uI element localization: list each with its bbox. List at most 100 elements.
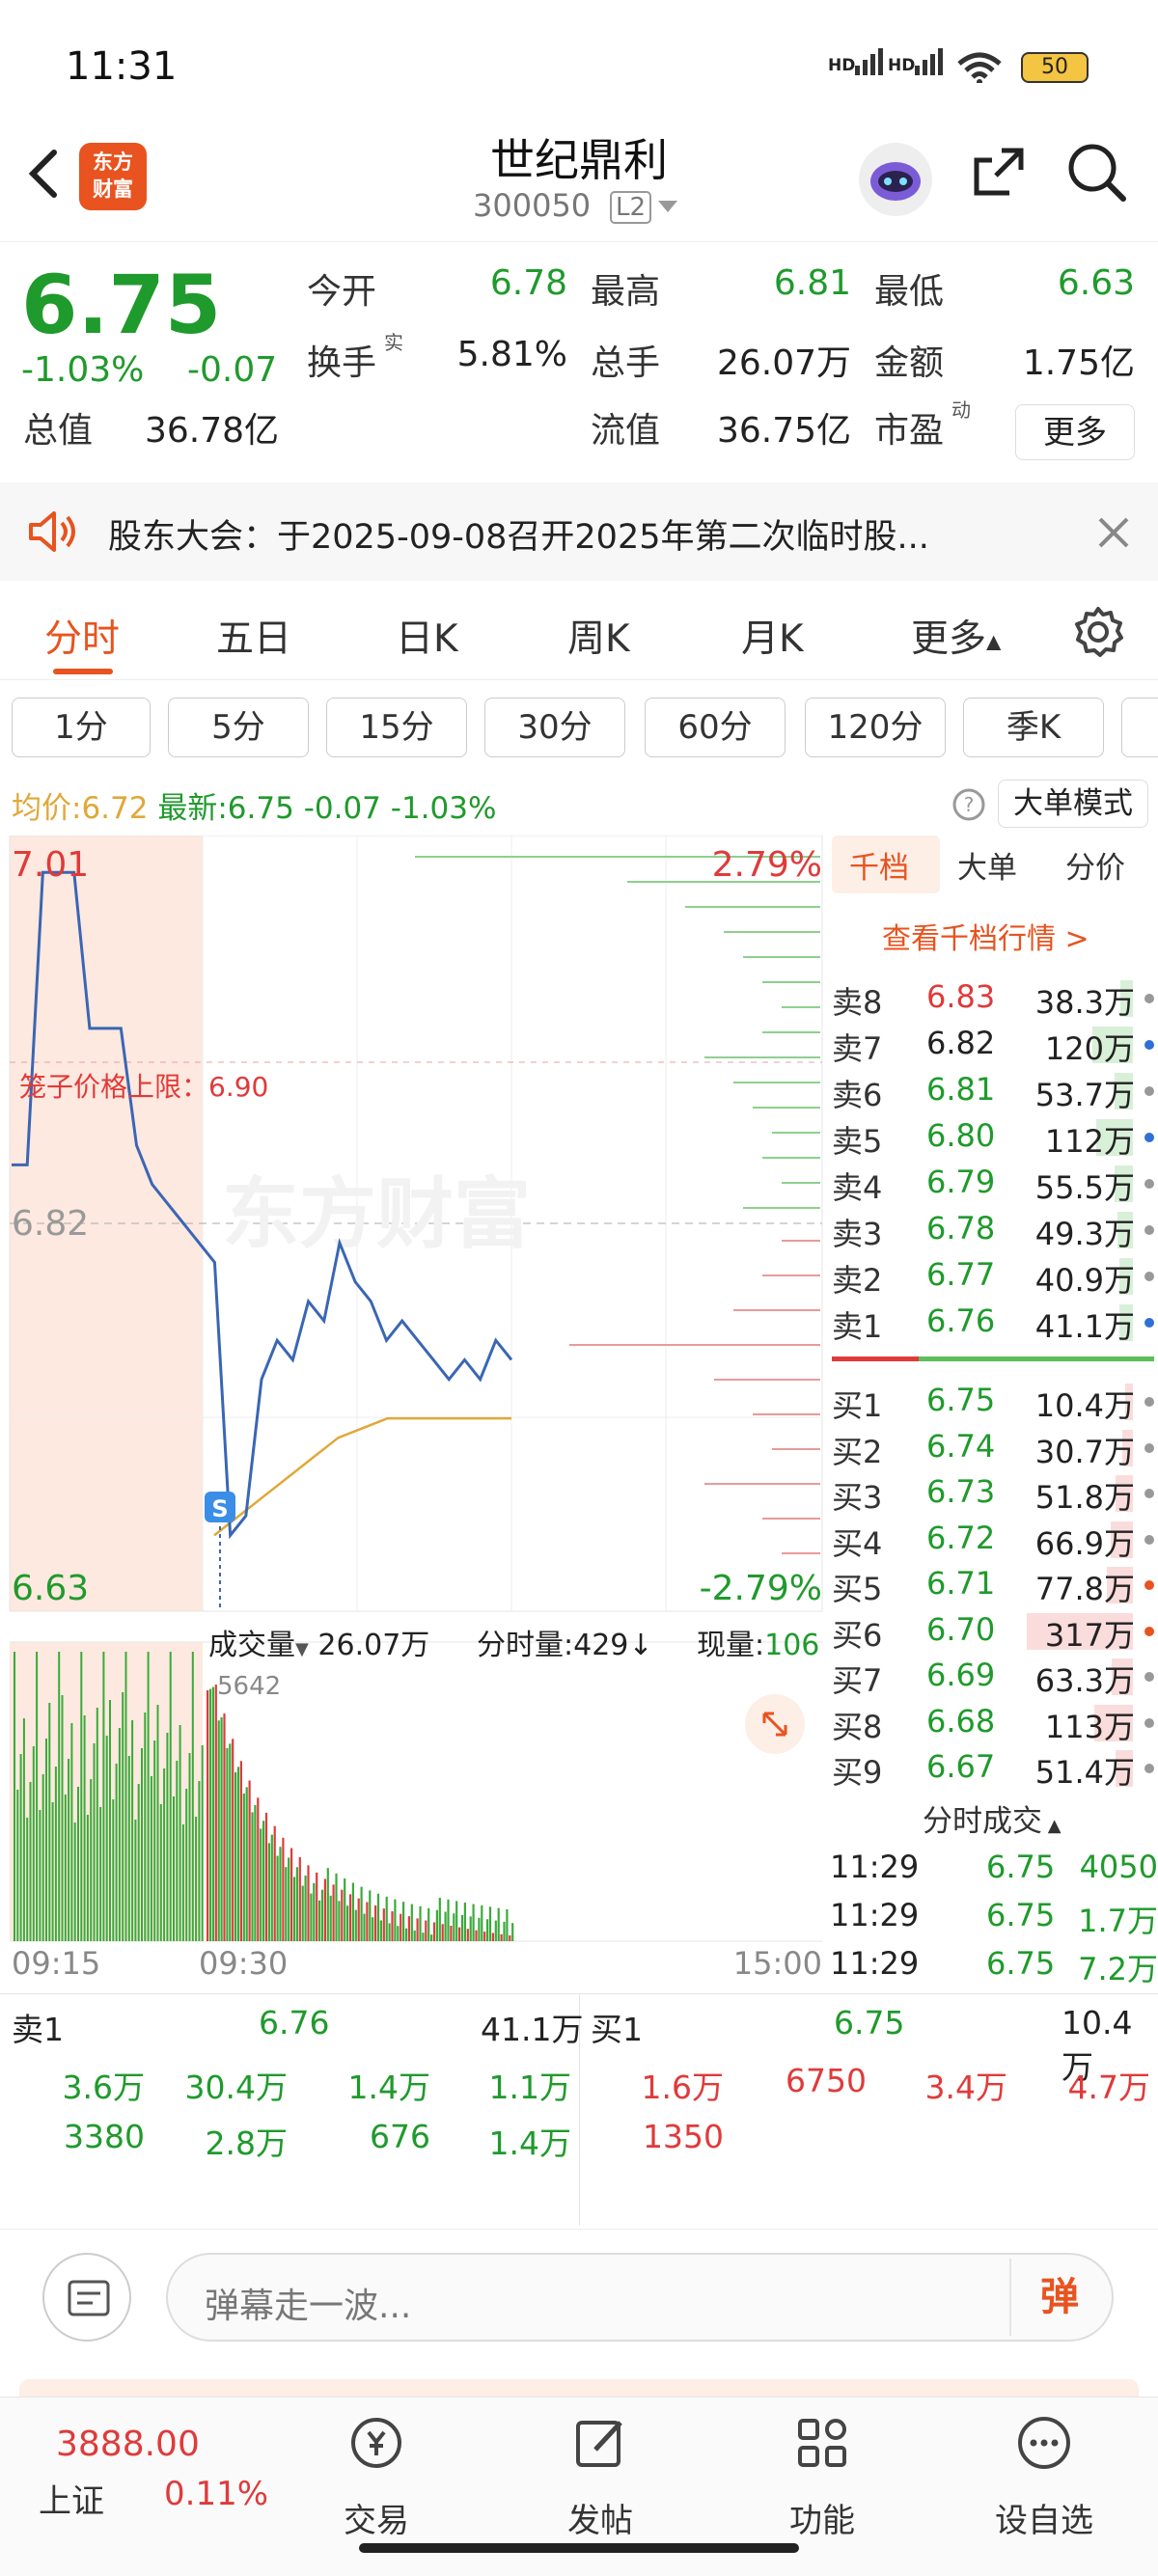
volume-bar-premarket: [99, 1807, 102, 1941]
tab-weekly-k[interactable]: 周K: [567, 609, 630, 663]
trades-title[interactable]: 分时成交 ▲: [923, 1796, 1062, 1840]
period-1min[interactable]: 1分: [12, 698, 151, 757]
danmaku-placeholder: 弹幕走一波...: [205, 2287, 412, 2326]
buy-price: 6.69: [926, 1657, 996, 1693]
low-price: 6.63: [12, 1569, 89, 1608]
buy-row[interactable]: 买6 6.70 317万: [828, 1607, 1158, 1654]
volume-bar: [267, 1843, 270, 1941]
nav-add-watchlist[interactable]: 设自选: [957, 2398, 1131, 2540]
sell-row[interactable]: 卖1 6.76 41.1万: [828, 1299, 1158, 1345]
search-icon[interactable]: [1063, 139, 1129, 205]
sell-level: 卖8: [832, 984, 883, 1021]
ob-tab-big[interactable]: 大单: [957, 843, 1017, 887]
period-extra[interactable]: [1121, 698, 1158, 757]
buy-row[interactable]: 买5 6.71 77.8万: [828, 1561, 1158, 1607]
active-tab-indicator: [53, 669, 113, 674]
volume-bar: [316, 1872, 318, 1941]
buy-dot: [1144, 1442, 1154, 1453]
sell-row[interactable]: 卖5 6.80 112万: [828, 1113, 1158, 1160]
chart-canvas[interactable]: 东方财富 S 7.01 6.82 6.63 2.79% -2.79% 笼子价格上…: [0, 836, 830, 1993]
danmaku-send-button[interactable]: 弹: [1009, 2259, 1108, 2336]
share-icon[interactable]: [967, 139, 1033, 205]
view-1000-link[interactable]: 查看千档行情 >: [882, 915, 1089, 957]
nav-functions[interactable]: 功能: [735, 2398, 909, 2540]
buy-price: 6.70: [926, 1610, 996, 1648]
volume-bar: [481, 1905, 483, 1941]
sell-row[interactable]: 卖2 6.77 40.9万: [828, 1252, 1158, 1299]
sell-row[interactable]: 卖6 6.81 53.7万: [828, 1067, 1158, 1113]
home-indicator[interactable]: [359, 2543, 799, 2553]
volume-bar-premarket: [179, 1725, 181, 1941]
assistant-robot-icon[interactable]: [859, 143, 932, 216]
sell-price: 6.78: [926, 1210, 996, 1247]
ob-tab-price[interactable]: 分价: [1065, 843, 1125, 887]
sell-row[interactable]: 卖3 6.78 49.3万: [828, 1206, 1158, 1252]
volume-bar: [391, 1911, 394, 1941]
more-button[interactable]: 更多: [1015, 404, 1135, 460]
period-5min[interactable]: 5分: [168, 698, 309, 757]
volume-bar: [419, 1905, 422, 1941]
buy-dot: [1144, 1397, 1154, 1407]
help-icon[interactable]: ?: [951, 787, 986, 822]
nav-trade[interactable]: 交易: [290, 2398, 463, 2540]
volume-label[interactable]: 成交量: [208, 1629, 295, 1662]
tab-five-day[interactable]: 五日: [216, 609, 291, 663]
index-pct[interactable]: 0.11%: [164, 2475, 268, 2513]
close-icon[interactable]: [1096, 515, 1131, 550]
period-quarter-k[interactable]: 季K: [963, 698, 1104, 757]
ob-tab-1000[interactable]: 千档: [849, 843, 909, 887]
buy-row[interactable]: 买4 6.72 66.9万: [828, 1516, 1158, 1562]
sell-queue-item: 30.4万: [184, 2069, 288, 2106]
index-value[interactable]: 3888.00: [56, 2425, 200, 2464]
tab-daily-k[interactable]: 日K: [396, 609, 458, 663]
danmaku-input[interactable]: 弹幕走一波... 弹: [166, 2253, 1114, 2342]
trade-price: 6.75: [986, 1945, 1056, 1982]
buy-row[interactable]: 买9 6.67 51.4万: [828, 1744, 1158, 1791]
settings-gear-icon[interactable]: [1071, 605, 1125, 659]
volume-bar: [313, 1882, 316, 1941]
buy-row[interactable]: 买2 6.74 30.7万: [828, 1424, 1158, 1470]
buy-price: 6.73: [926, 1473, 996, 1510]
queue-buy-price: 6.75: [834, 2004, 905, 2042]
sell-queue-item: 3380: [64, 2118, 145, 2155]
notice-bar[interactable]: 股东大会：于2025-09-08召开2025年第二次临时股...: [0, 482, 1158, 581]
danmaku-settings-icon[interactable]: [42, 2253, 131, 2342]
volume-dropdown-icon[interactable]: ▼: [295, 1639, 309, 1659]
period-15min[interactable]: 15分: [326, 698, 467, 757]
volume-bar-premarket: [112, 1799, 115, 1941]
buy-row[interactable]: 买7 6.69 63.3万: [828, 1653, 1158, 1699]
dropdown-icon[interactable]: [656, 199, 679, 214]
buy-row[interactable]: 买1 6.75 10.4万: [828, 1378, 1158, 1424]
volume-bar: [503, 1921, 506, 1941]
sell-row[interactable]: 卖8 6.83 38.3万: [828, 974, 1158, 1021]
volume-bar-premarket: [141, 1748, 143, 1941]
period-60min[interactable]: 60分: [645, 698, 786, 757]
period-120min[interactable]: 120分: [805, 698, 946, 757]
sell-dot: [1144, 994, 1154, 1003]
period-30min[interactable]: 30分: [484, 698, 625, 757]
buy-row[interactable]: 买8 6.68 113万: [828, 1699, 1158, 1745]
stock-code[interactable]: 300050: [473, 187, 591, 224]
buy-row[interactable]: 买3 6.73 51.8万: [828, 1469, 1158, 1516]
buy-dot: [1144, 1580, 1154, 1590]
volume-bar-premarket: [137, 1784, 140, 1941]
nav-post[interactable]: 发帖: [513, 2398, 687, 2540]
intraday-chart[interactable]: 东方财富 S 7.01 6.82 6.63 2.79% -2.79% 笼子价格上…: [0, 836, 830, 1993]
volume-bar: [372, 1917, 374, 1941]
tab-more[interactable]: 更多▲: [911, 609, 1001, 663]
sell-row[interactable]: 卖7 6.82 120万: [828, 1021, 1158, 1067]
expand-icon[interactable]: [745, 1694, 805, 1754]
tab-intraday[interactable]: 分时: [44, 609, 120, 663]
level2-badge[interactable]: L2: [610, 191, 652, 224]
volume-bar-premarket: [14, 1652, 15, 1941]
last-change: -0.07: [303, 791, 381, 826]
tab-monthly-k[interactable]: 月K: [741, 609, 804, 663]
buy-price: 6.68: [926, 1702, 996, 1740]
sell-row[interactable]: 卖4 6.79 55.5万: [828, 1160, 1158, 1206]
volume-bar: [402, 1902, 405, 1941]
notice-text: 股东大会：于2025-09-08召开2025年第二次临时股...: [108, 518, 929, 557]
index-name[interactable]: 上证: [39, 2475, 104, 2522]
big-order-mode-button[interactable]: 大单模式: [998, 780, 1148, 828]
avg-label: 均价:: [12, 791, 82, 826]
volume-info[interactable]: 成交量▼ 26.07万: [208, 1621, 429, 1663]
